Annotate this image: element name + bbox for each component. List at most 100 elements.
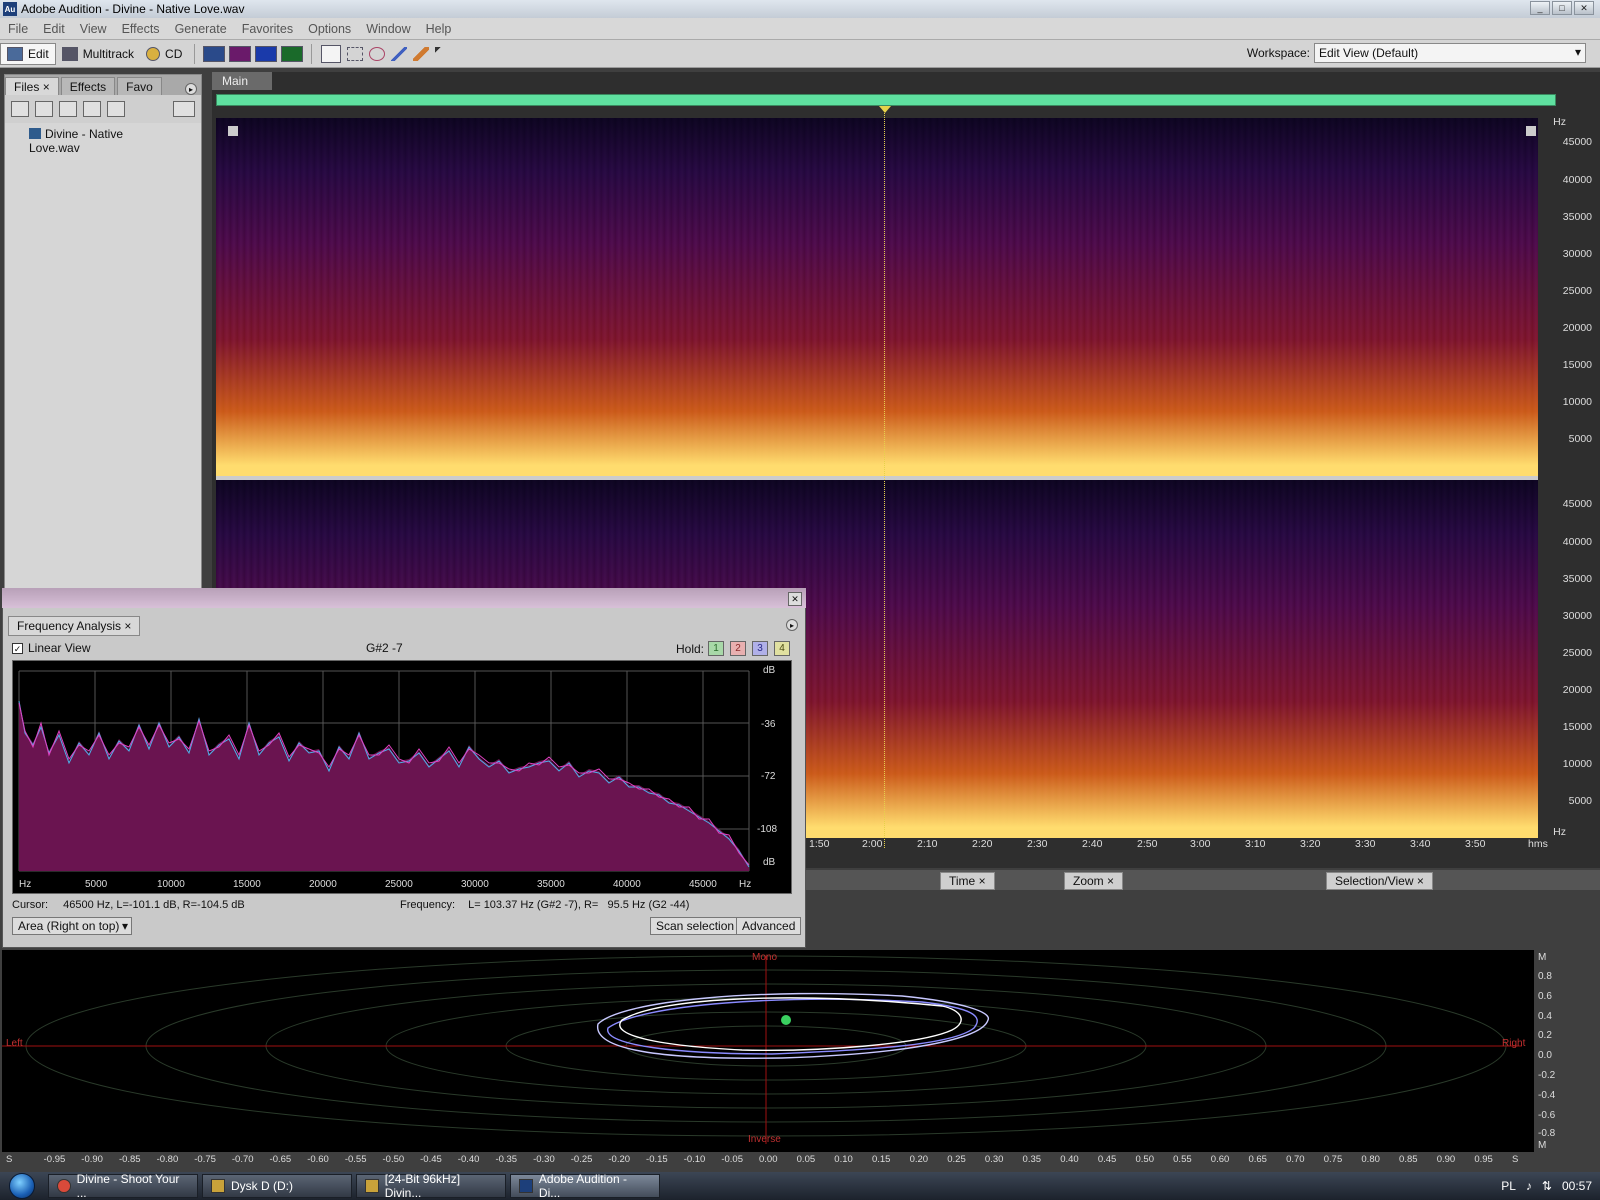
maximize-icon[interactable]: □ xyxy=(1552,1,1572,15)
taskbar-item[interactable]: Dysk D (D:) xyxy=(202,1174,352,1198)
list-item[interactable]: Divine - Native Love.wav xyxy=(29,127,177,155)
tab-zoom[interactable]: Zoom × xyxy=(1064,872,1124,890)
menu-edit[interactable]: Edit xyxy=(43,22,65,36)
phase-x-label: 0.25 xyxy=(947,1154,966,1165)
frequency-readout: Frequency: L= 103.37 Hz (G#2 -7), R= 95.… xyxy=(400,899,689,911)
multitrack-view-button[interactable]: Multitrack xyxy=(56,43,140,65)
close-icon[interactable]: ✕ xyxy=(1574,1,1594,15)
hold-2-button[interactable]: 2 xyxy=(730,641,746,656)
open-file-icon[interactable] xyxy=(11,101,29,117)
toolbar-divider xyxy=(311,43,313,64)
playhead-top-marker[interactable] xyxy=(879,106,891,113)
phase-y-label: -0.6 xyxy=(1538,1110,1556,1121)
phase-x-label: -0.50 xyxy=(382,1154,405,1165)
menu-effects[interactable]: Effects xyxy=(122,22,160,36)
phase-x-label: 0.45 xyxy=(1097,1154,1117,1165)
brush-tool-icon[interactable] xyxy=(391,46,408,61)
hold-3-button[interactable]: 3 xyxy=(752,641,768,656)
phase-x-label: 0.00 xyxy=(759,1154,778,1165)
start-button[interactable] xyxy=(0,1172,44,1200)
close-icon[interactable]: × xyxy=(43,80,50,94)
phase-y-scale: M 0.8 0.6 0.4 0.2 0.0 -0.2 -0.4 -0.6 -0.… xyxy=(1536,950,1576,1151)
minimize-icon[interactable]: _ xyxy=(1530,1,1550,15)
clock[interactable]: 00:57 xyxy=(1562,1179,1592,1193)
timeline-tick: 3:10 xyxy=(1245,838,1266,850)
scan-selection-button[interactable]: Scan selection xyxy=(650,917,741,935)
timeline-tick: 2:40 xyxy=(1082,838,1103,850)
marquee-tool-icon[interactable] xyxy=(347,46,364,61)
close-icon[interactable]: ✕ xyxy=(788,592,802,606)
linear-view-checkbox[interactable]: ✓ Linear View xyxy=(12,641,90,655)
file-name: Divine - Native Love.wav xyxy=(29,127,124,155)
tab-effects[interactable]: Effects xyxy=(60,77,116,95)
spot-healing-icon[interactable] xyxy=(413,46,430,61)
insert-multitrack-icon[interactable] xyxy=(59,101,77,117)
timeline-tick: 2:00 xyxy=(862,838,883,850)
hz-unit-top: Hz xyxy=(1553,116,1566,128)
panel-menu-icon[interactable]: ▸ xyxy=(786,619,798,631)
insert-cd-icon[interactable] xyxy=(83,101,101,117)
tab-time[interactable]: Time × xyxy=(940,872,995,890)
menu-favorites[interactable]: Favorites xyxy=(242,22,293,36)
taskbar-item[interactable]: Divine - Shoot Your ... xyxy=(48,1172,198,1200)
tab-selection-view[interactable]: Selection/View × xyxy=(1326,872,1433,890)
timeline-tick: 3:40 xyxy=(1410,838,1431,850)
zoom-in-left-icon[interactable] xyxy=(228,126,238,136)
hz-label: 25000 xyxy=(1562,285,1592,297)
view-options-icon[interactable] xyxy=(173,101,195,117)
cd-view-button[interactable]: CD xyxy=(140,43,188,65)
x-label: 15000 xyxy=(233,879,261,890)
hybrid-tool-icon[interactable] xyxy=(435,46,452,61)
x-label: 35000 xyxy=(537,879,565,890)
workspace-select[interactable]: Edit View (Default) xyxy=(1314,43,1586,63)
floating-window-titlebar[interactable] xyxy=(2,588,806,608)
hold-1-button[interactable]: 1 xyxy=(708,641,724,656)
menu-file[interactable]: File xyxy=(8,22,28,36)
panel-menu-icon[interactable]: ▸ xyxy=(185,83,197,95)
menu-view[interactable]: View xyxy=(80,22,107,36)
menu-window[interactable]: Window xyxy=(366,22,410,36)
taskbar-item[interactable]: Adobe Audition - Di... xyxy=(510,1172,660,1200)
waveform-display-icon[interactable] xyxy=(203,45,226,62)
spectral-display-icon[interactable] xyxy=(229,45,252,62)
tab-files[interactable]: Files × xyxy=(5,77,59,95)
phase-x-label: -0.20 xyxy=(608,1154,631,1165)
hz-label: 45000 xyxy=(1562,498,1592,510)
file-list: Divine - Native Love.wav xyxy=(5,123,201,593)
phase-x-label: -0.95 xyxy=(43,1154,66,1165)
toolbar-divider xyxy=(194,43,196,64)
menu-help[interactable]: Help xyxy=(426,22,452,36)
audition-icon xyxy=(519,1179,533,1193)
display-mode-select[interactable]: Area (Right on top) ▾ xyxy=(12,917,132,935)
time-selection-tool-icon[interactable] xyxy=(321,44,342,63)
system-tray: PL ♪ ⇅ 00:57 xyxy=(1501,1179,1592,1193)
phase-y-label: 0.4 xyxy=(1538,1011,1552,1022)
linear-view-label: Linear View xyxy=(28,641,91,655)
phase-x-label: 0.80 xyxy=(1361,1154,1380,1165)
language-indicator[interactable]: PL xyxy=(1501,1179,1516,1193)
network-icon[interactable]: ⇅ xyxy=(1542,1179,1552,1193)
timeline-tick: 2:10 xyxy=(917,838,938,850)
spectral-phase-icon[interactable] xyxy=(281,45,304,62)
frequency-plot[interactable]: dB -36 -72 -108 dB Hz 5000 10000 15000 2… xyxy=(12,660,792,894)
lasso-tool-icon[interactable] xyxy=(369,46,386,61)
volume-icon[interactable]: ♪ xyxy=(1526,1179,1532,1193)
menu-generate[interactable]: Generate xyxy=(175,22,227,36)
x-label: 30000 xyxy=(461,879,489,890)
advanced-button[interactable]: Advanced xyxy=(736,917,802,935)
tab-favorites[interactable]: Favo xyxy=(117,77,162,95)
tab-main[interactable]: Main xyxy=(212,72,272,90)
close-file-icon[interactable] xyxy=(35,101,53,117)
spectral-display-left-channel[interactable] xyxy=(216,118,1538,476)
edit-view-button[interactable]: Edit xyxy=(0,42,56,65)
spectral-pan-icon[interactable] xyxy=(255,45,278,62)
taskbar-item[interactable]: [24-Bit 96kHz] Divin... xyxy=(356,1172,506,1200)
note-readout: G#2 -7 xyxy=(366,641,403,655)
tab-frequency-analysis[interactable]: Frequency Analysis × xyxy=(8,616,141,636)
hold-4-button[interactable]: 4 xyxy=(774,641,790,656)
play-file-icon[interactable] xyxy=(107,101,125,117)
zoom-navigator-bar[interactable] xyxy=(216,94,1556,106)
hz-label: 25000 xyxy=(1562,647,1592,659)
menu-options[interactable]: Options xyxy=(308,22,351,36)
zoom-in-right-icon[interactable] xyxy=(1526,126,1536,136)
